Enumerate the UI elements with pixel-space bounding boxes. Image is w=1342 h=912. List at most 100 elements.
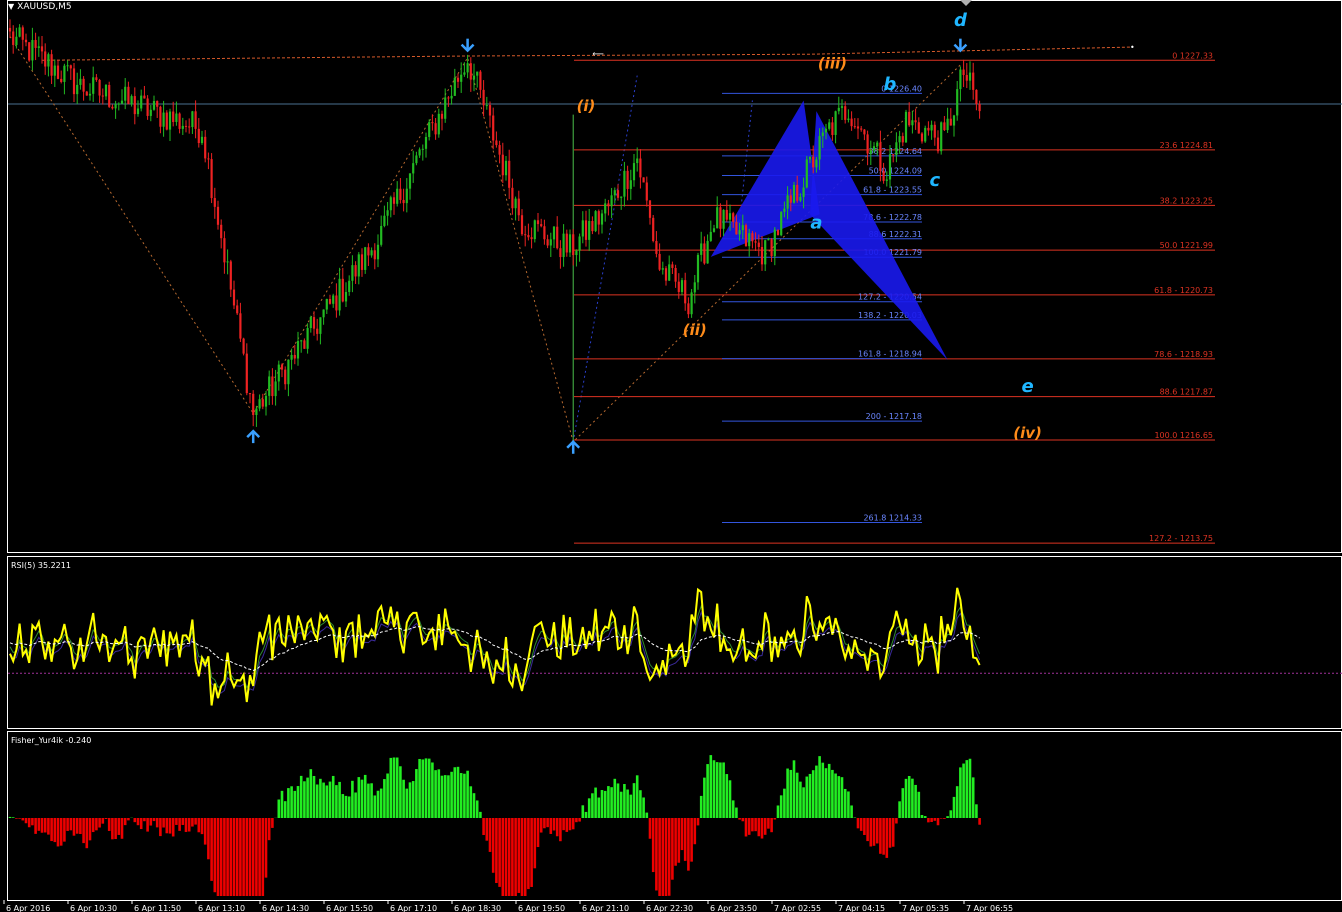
fisher-bar-negative — [683, 818, 687, 861]
time-axis: 6 Apr 2016 6 Apr 10:30 6 Apr 11:50 6 Apr 13… — [3, 900, 1013, 912]
candle-body — [844, 106, 847, 120]
candle-body — [229, 261, 232, 290]
candle-body — [760, 246, 764, 265]
fisher-bar-negative — [271, 818, 274, 828]
candle-body — [245, 353, 248, 394]
fisher-bar-negative — [171, 818, 175, 837]
candle-body — [431, 122, 434, 124]
time-axis-label: 6 Apr 17:10 — [390, 904, 437, 912]
candle-body — [943, 122, 946, 131]
candle-body — [258, 399, 261, 409]
fisher-bar-negative — [856, 818, 860, 829]
candle-body — [389, 197, 392, 211]
price-panel[interactable]: ⟵ • 0 1227.33 23.6 1224.81 38.2 1223.25 50.0 … — [8, 10, 1342, 544]
candle-body — [876, 142, 879, 147]
fisher-bar-positive — [818, 756, 821, 818]
candle-body — [728, 213, 732, 220]
candle-body — [56, 65, 60, 79]
fisher-bar-positive — [799, 781, 802, 818]
fisher-bar-negative — [18, 818, 21, 819]
candle-body — [965, 74, 968, 81]
fisher-bar-negative — [741, 818, 745, 822]
candle-body — [152, 100, 156, 110]
candle-body — [824, 128, 828, 133]
candle-body — [197, 128, 200, 144]
fisher-bar-negative — [261, 818, 265, 896]
candle-body — [591, 221, 594, 232]
fisher-bar-negative — [264, 818, 268, 878]
fisher-bar-positive — [466, 770, 469, 818]
candle-body — [348, 280, 351, 292]
candle-body — [687, 303, 690, 315]
fisher-bar-negative — [482, 818, 485, 836]
fisher-bar-negative — [511, 818, 514, 896]
fisher-panel[interactable]: Fisher_Yur4ik -0.240 — [8, 736, 981, 896]
wave-label: (i) — [577, 97, 596, 115]
candle-body — [754, 241, 757, 243]
fisher-bar-negative — [104, 818, 108, 819]
fisher-bar-negative — [773, 818, 777, 820]
fisher-bar-negative — [178, 818, 181, 831]
wave-label: b — [884, 74, 897, 95]
candle-body — [24, 39, 28, 43]
candle-body — [367, 247, 370, 256]
fisher-bar-negative — [549, 818, 553, 834]
candle-body — [818, 136, 821, 160]
fib-right-level-label: 23.6 1224.81 — [1160, 141, 1213, 150]
fisher-bar-negative — [114, 818, 117, 840]
candle-body — [47, 54, 50, 67]
candle-body — [28, 42, 31, 61]
fisher-bar-positive — [715, 762, 719, 818]
candle-body — [501, 154, 504, 176]
rsi-panel[interactable]: RSI(5) 35.2211 — [8, 561, 1342, 706]
fisher-bar-positive — [827, 763, 831, 818]
fisher-bar-positive — [594, 787, 597, 818]
fisher-bar-negative — [747, 818, 751, 835]
fisher-bar-negative — [229, 818, 233, 896]
candle-body — [517, 198, 520, 216]
candle-body — [783, 208, 786, 212]
candle-body — [920, 133, 924, 142]
candle-body — [936, 137, 940, 152]
candle-body — [456, 77, 460, 82]
fisher-bar-positive — [610, 787, 613, 818]
time-axis-label: 6 Apr 18:30 — [454, 904, 501, 912]
fisher-bar-positive — [735, 807, 738, 818]
scroll-marker-icon[interactable] — [960, 0, 972, 6]
fisher-bar-positive — [639, 790, 642, 818]
fisher-bar-positive — [463, 773, 466, 818]
candle-body — [434, 123, 437, 135]
fisher-bar-positive — [367, 783, 370, 818]
fisher-bar-positive — [840, 777, 844, 818]
candle-body — [69, 65, 72, 69]
arrow-up-icon — [246, 429, 261, 444]
candle-body — [588, 221, 591, 240]
fisher-bar-positive — [325, 785, 329, 818]
fib-left-level-label: 261.8 1214.33 — [863, 513, 922, 522]
fisher-bar-positive — [603, 790, 607, 818]
fisher-bar-negative — [139, 818, 143, 830]
fisher-bar-negative — [15, 818, 18, 819]
candle-body — [405, 188, 408, 204]
candle-body — [472, 75, 476, 80]
fisher-bar-positive — [306, 777, 309, 818]
candle-body — [933, 124, 936, 138]
fisher-bar-negative — [757, 818, 761, 837]
dropdown-triangle-icon[interactable]: ▼ — [8, 2, 14, 11]
candle-body — [732, 213, 735, 223]
fib-right-level-label: 0 1227.33 — [1172, 51, 1213, 60]
fisher-bar-negative — [552, 818, 556, 831]
fisher-bar-positive — [363, 774, 367, 818]
fisher-bar-positive — [907, 775, 911, 818]
candle-body — [207, 158, 210, 160]
fisher-bar-positive — [283, 801, 287, 818]
rsi-panel-border — [7, 556, 1342, 729]
fisher-bar-negative — [885, 818, 889, 858]
fisher-bar-negative — [872, 818, 876, 846]
fisher-bar-positive — [591, 793, 594, 818]
fisher-bar-positive — [437, 769, 441, 818]
candle-body — [101, 95, 104, 97]
candle-body — [15, 36, 18, 45]
candle-body — [856, 126, 860, 129]
candle-body — [812, 156, 815, 168]
